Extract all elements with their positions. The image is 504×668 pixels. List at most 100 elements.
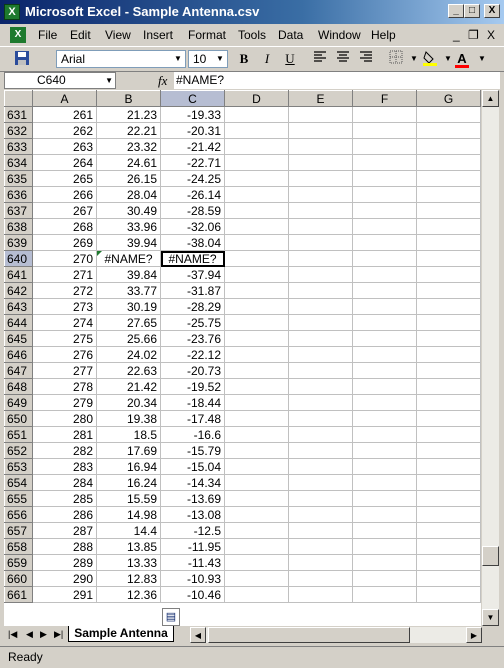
first-sheet-button[interactable]: |◀ <box>8 629 17 640</box>
empty-cell[interactable] <box>416 554 481 571</box>
row-header[interactable]: 637 <box>4 202 33 219</box>
empty-cell[interactable] <box>288 410 353 427</box>
cell-b[interactable]: 20.34 <box>96 394 161 411</box>
empty-cell[interactable] <box>352 234 417 251</box>
empty-cell[interactable] <box>288 586 353 603</box>
empty-cell[interactable] <box>352 378 417 395</box>
cell-b[interactable]: 12.36 <box>96 586 161 603</box>
cell-c[interactable]: -11.95 <box>160 538 225 555</box>
empty-cell[interactable] <box>416 330 481 347</box>
cell-a[interactable]: 274 <box>32 314 97 331</box>
empty-cell[interactable] <box>224 234 289 251</box>
empty-cell[interactable] <box>288 538 353 555</box>
align-left-icon[interactable] <box>310 50 330 68</box>
empty-cell[interactable] <box>224 346 289 363</box>
row-header[interactable]: 640 <box>4 250 33 267</box>
empty-cell[interactable] <box>416 186 481 203</box>
row-header[interactable]: 649 <box>4 394 33 411</box>
menu-data[interactable]: Data <box>278 28 303 42</box>
cell-c[interactable]: -23.76 <box>160 330 225 347</box>
cell-c[interactable]: -10.93 <box>160 570 225 587</box>
empty-cell[interactable] <box>224 362 289 379</box>
chevron-down-icon[interactable]: ▼ <box>213 51 227 67</box>
empty-cell[interactable] <box>224 314 289 331</box>
empty-cell[interactable] <box>288 346 353 363</box>
empty-cell[interactable] <box>352 538 417 555</box>
horizontal-scroll-thumb[interactable] <box>208 627 410 643</box>
cell-a[interactable]: 285 <box>32 490 97 507</box>
cell-b[interactable]: 15.59 <box>96 490 161 507</box>
empty-cell[interactable] <box>352 122 417 139</box>
empty-cell[interactable] <box>352 522 417 539</box>
cell-c[interactable]: -19.52 <box>160 378 225 395</box>
empty-cell[interactable] <box>288 442 353 459</box>
menu-edit[interactable]: Edit <box>70 28 91 42</box>
cell-c[interactable]: -25.75 <box>160 314 225 331</box>
empty-cell[interactable] <box>416 218 481 235</box>
empty-cell[interactable] <box>288 106 353 123</box>
insert-function-icon[interactable]: fx <box>158 73 167 89</box>
cell-b[interactable]: 21.42 <box>96 378 161 395</box>
empty-cell[interactable] <box>416 346 481 363</box>
empty-cell[interactable] <box>416 298 481 315</box>
empty-cell[interactable] <box>224 250 289 267</box>
cell-b[interactable]: 24.61 <box>96 154 161 171</box>
empty-cell[interactable] <box>416 378 481 395</box>
empty-cell[interactable] <box>224 330 289 347</box>
cell-a[interactable]: 277 <box>32 362 97 379</box>
cell-c[interactable]: -13.69 <box>160 490 225 507</box>
cell-b[interactable]: 17.69 <box>96 442 161 459</box>
cell-a[interactable]: 262 <box>32 122 97 139</box>
cell-a[interactable]: 291 <box>32 586 97 603</box>
cell-c[interactable]: -22.12 <box>160 346 225 363</box>
empty-cell[interactable] <box>224 538 289 555</box>
empty-cell[interactable] <box>224 490 289 507</box>
empty-cell[interactable] <box>416 586 481 603</box>
cell-a[interactable]: 286 <box>32 506 97 523</box>
cell-c[interactable]: -24.25 <box>160 170 225 187</box>
empty-cell[interactable] <box>416 250 481 267</box>
menu-view[interactable]: View <box>105 28 131 42</box>
row-header[interactable]: 645 <box>4 330 33 347</box>
empty-cell[interactable] <box>416 170 481 187</box>
scroll-down-button[interactable]: ▼ <box>482 609 499 626</box>
empty-cell[interactable] <box>416 122 481 139</box>
cell-c[interactable]: -11.43 <box>160 554 225 571</box>
fill-color-icon[interactable] <box>420 50 440 68</box>
maximize-button[interactable]: □ <box>464 4 480 18</box>
cell-a[interactable]: 265 <box>32 170 97 187</box>
cell-a[interactable]: 281 <box>32 426 97 443</box>
menu-insert[interactable]: Insert <box>143 28 173 42</box>
empty-cell[interactable] <box>416 138 481 155</box>
empty-cell[interactable] <box>352 330 417 347</box>
cell-b[interactable]: 28.04 <box>96 186 161 203</box>
empty-cell[interactable] <box>288 314 353 331</box>
empty-cell[interactable] <box>288 234 353 251</box>
vertical-scroll-thumb[interactable] <box>482 546 499 566</box>
cell-c[interactable]: -22.71 <box>160 154 225 171</box>
empty-cell[interactable] <box>224 154 289 171</box>
cell-b[interactable]: 27.65 <box>96 314 161 331</box>
cell-c[interactable]: -16.6 <box>160 426 225 443</box>
empty-cell[interactable] <box>416 490 481 507</box>
empty-cell[interactable] <box>352 170 417 187</box>
horizontal-scrollbar[interactable]: ◀ ▶ <box>190 627 482 643</box>
empty-cell[interactable] <box>224 202 289 219</box>
empty-cell[interactable] <box>224 410 289 427</box>
empty-cell[interactable] <box>224 394 289 411</box>
empty-cell[interactable] <box>288 362 353 379</box>
empty-cell[interactable] <box>288 266 353 283</box>
sheet-tab-sample-antenna[interactable]: Sample Antenna <box>68 626 174 642</box>
cell-a[interactable]: 284 <box>32 474 97 491</box>
row-header[interactable]: 635 <box>4 170 33 187</box>
empty-cell[interactable] <box>288 282 353 299</box>
menu-tools[interactable]: Tools <box>238 28 266 42</box>
empty-cell[interactable] <box>288 138 353 155</box>
empty-cell[interactable] <box>416 202 481 219</box>
row-header[interactable]: 639 <box>4 234 33 251</box>
bold-button[interactable]: B <box>234 50 254 68</box>
borders-icon[interactable] <box>386 50 406 68</box>
empty-cell[interactable] <box>288 218 353 235</box>
row-header[interactable]: 643 <box>4 298 33 315</box>
cell-c[interactable]: -15.79 <box>160 442 225 459</box>
